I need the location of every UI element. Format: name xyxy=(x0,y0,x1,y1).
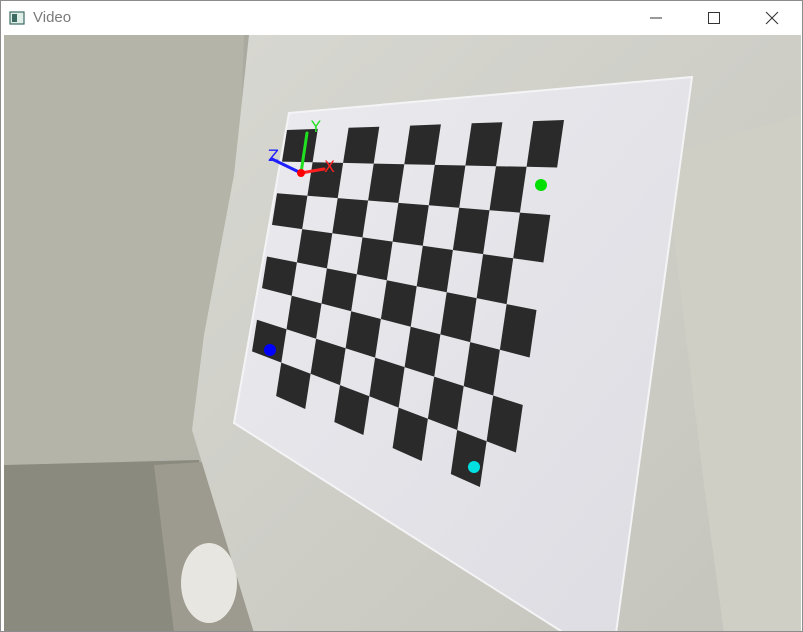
video-window: Video X Y Z xyxy=(0,0,803,632)
y-axis-label: Y xyxy=(310,117,321,136)
minimize-icon xyxy=(650,17,662,19)
close-icon xyxy=(765,11,779,25)
origin-marker xyxy=(297,169,305,177)
checker-square xyxy=(465,122,503,167)
checker-square xyxy=(272,193,308,230)
title-bar[interactable]: Video xyxy=(1,1,802,35)
maximize-icon xyxy=(708,12,720,24)
checker-square xyxy=(404,124,441,165)
video-frame: X Y Z xyxy=(4,35,801,631)
camera-image: X Y Z xyxy=(4,35,801,631)
corner-marker-top-right xyxy=(535,179,547,191)
minimize-button[interactable] xyxy=(627,1,685,35)
checker-square xyxy=(380,280,417,327)
checker-square xyxy=(296,229,333,269)
checker-square xyxy=(392,202,429,246)
close-button[interactable] xyxy=(743,1,801,35)
white-object xyxy=(181,543,237,623)
checker-square xyxy=(343,126,380,164)
z-axis-label: Z xyxy=(268,146,279,165)
checker-square xyxy=(368,163,405,203)
checker-square xyxy=(428,164,466,208)
corner-marker-bottom xyxy=(468,461,480,473)
checker-square xyxy=(416,245,453,293)
checker-square xyxy=(440,292,477,343)
checker-square xyxy=(321,268,357,312)
window-title: Video xyxy=(33,9,72,26)
x-axis-label: X xyxy=(324,157,335,176)
checker-square xyxy=(356,237,393,281)
corner-marker-left xyxy=(264,344,276,356)
maximize-button[interactable] xyxy=(685,1,743,35)
checker-square xyxy=(452,207,490,255)
checker-square xyxy=(332,198,369,238)
app-icon xyxy=(9,10,25,26)
